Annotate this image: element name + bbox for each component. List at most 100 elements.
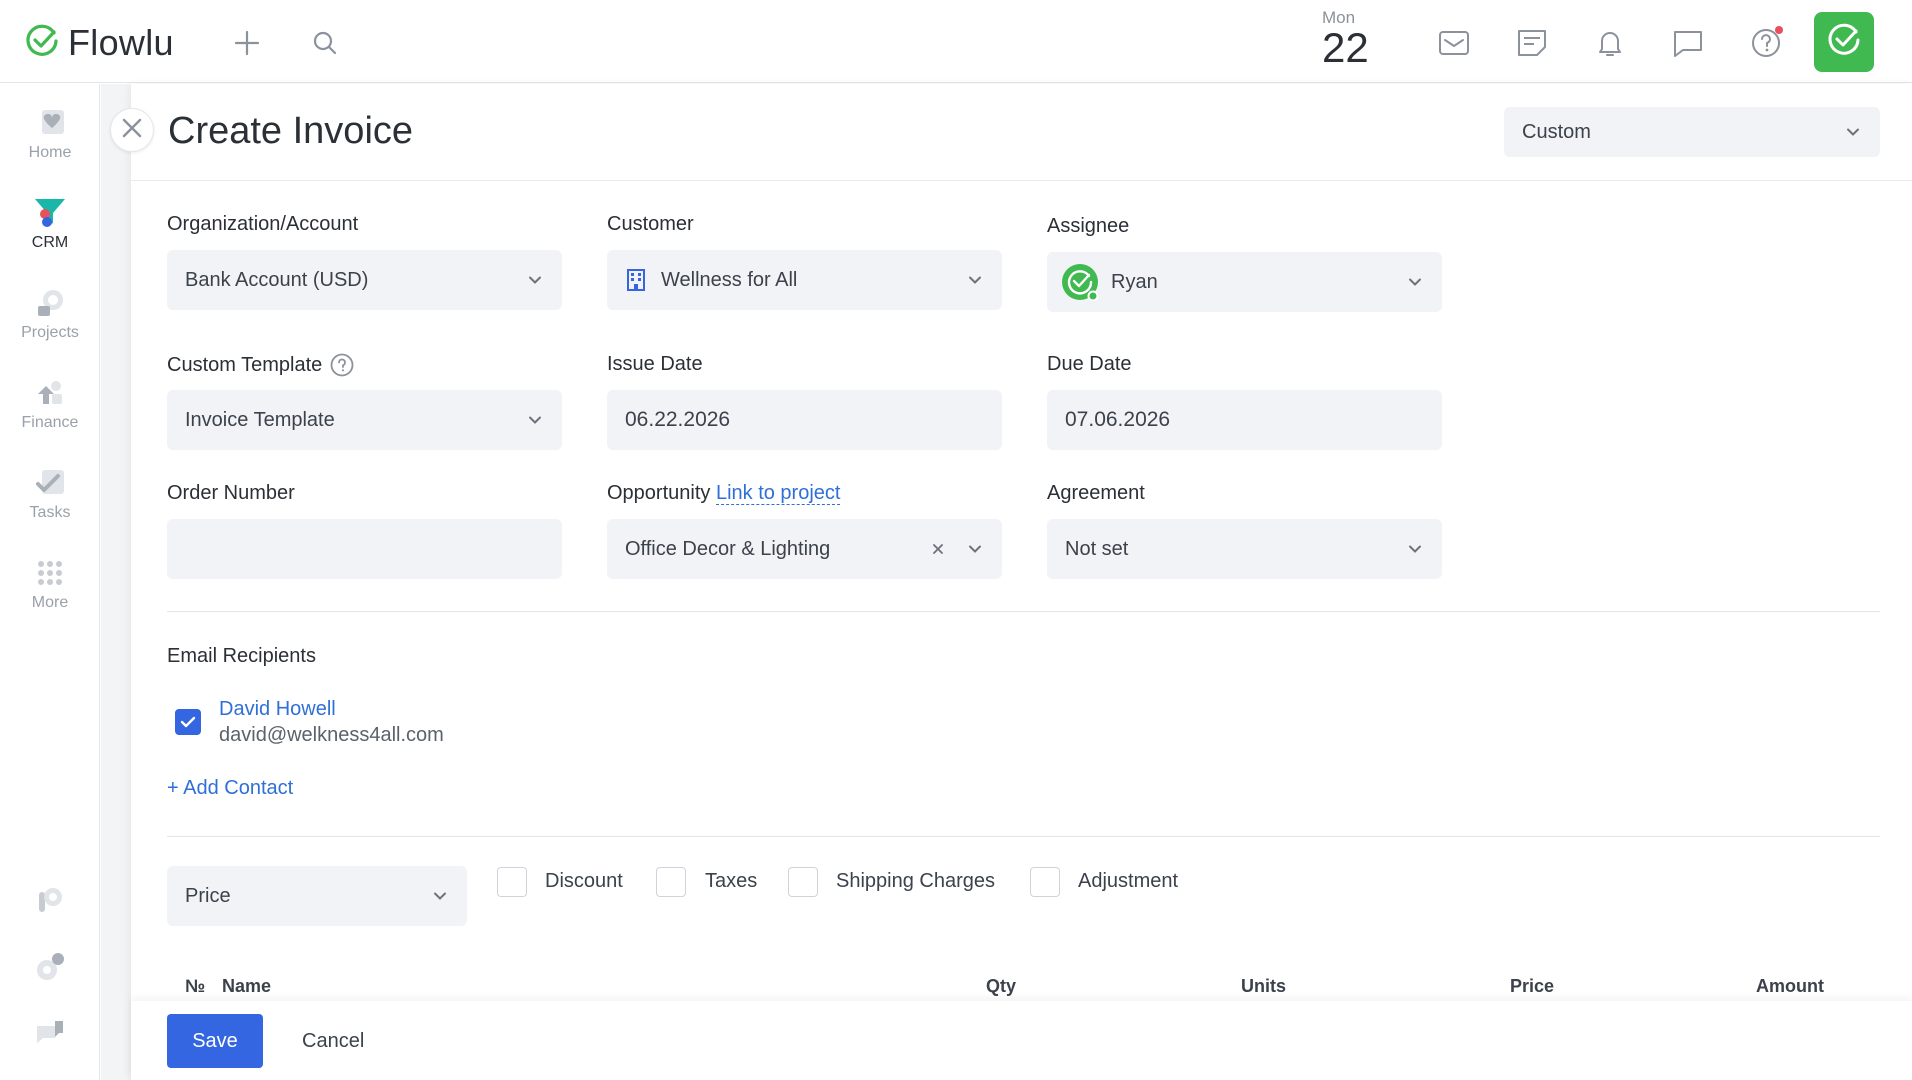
sidebar-label: Finance [21,414,79,431]
cancel-button[interactable]: Cancel [286,1014,380,1068]
template-label: Custom Template [167,353,323,376]
sidebar-item-home[interactable]: Home [0,104,100,162]
order-number-label: Order Number [167,482,295,504]
section-divider [167,836,1880,837]
chevron-down-icon [528,276,542,285]
app-check-icon [1826,22,1862,63]
section-divider [167,611,1880,612]
close-icon [121,117,143,144]
col-qty: Qty [986,976,1017,996]
view-select[interactable]: Custom [1504,107,1880,157]
chevron-down-icon [1408,278,1422,287]
avatar [1061,263,1099,301]
adjustment-checkbox[interactable] [1030,867,1060,897]
chat-icon[interactable] [1670,26,1706,60]
agreement-select[interactable]: Not set [1047,519,1442,579]
create-invoice-panel [131,84,1912,1080]
contact-name[interactable]: David Howell [219,698,336,721]
link-to-project[interactable]: Link to project [715,482,841,505]
background-page [101,84,131,1080]
plugin-icon[interactable] [0,884,100,918]
col-name: Name [222,976,272,996]
due-date-input[interactable]: 07.06.2026 [1047,390,1442,450]
date-widget[interactable]: Mon 22 [1322,8,1369,69]
sidebar-label: CRM [31,234,69,251]
bell-icon[interactable] [1592,26,1628,60]
check-icon [180,716,196,728]
chevron-down-icon [528,416,542,425]
due-date-value: 07.06.2026 [1065,408,1171,431]
chevron-down-icon [968,545,982,554]
building-icon [625,268,647,292]
sidebar: Home CRM Projects Finance Tasks More [0,84,100,1080]
opportunity-value: Office Decor & Lighting [625,537,831,560]
opportunity-label-wrap: Opportunity Link to project [607,482,841,505]
template-value: Invoice Template [185,408,335,431]
app-name: Flowlu [68,22,174,63]
form-footer [131,1001,1912,1080]
assignee-label: Assignee [1047,215,1130,237]
top-bar: Flowlu Mon 22 [0,0,1912,83]
search-icon[interactable] [310,28,340,58]
customer-select[interactable]: Wellness for All [607,250,1002,310]
agreement-value: Not set [1065,537,1129,560]
logo-check-icon [24,23,60,64]
org-value: Bank Account (USD) [185,268,369,291]
issue-date-label: Issue Date [607,353,703,375]
adjustment-label: Adjustment [1078,870,1179,892]
sidebar-label: Home [28,144,72,161]
col-amount: Amount [1756,976,1824,996]
app-logo[interactable]: Flowlu [24,22,174,64]
sidebar-item-finance[interactable]: Finance [0,374,100,432]
discount-checkbox[interactable] [497,867,527,897]
page-title: Create Invoice [168,110,414,152]
sidebar-item-projects[interactable]: Projects [0,284,100,342]
contact-checkbox[interactable] [175,709,201,735]
add-contact-link[interactable]: + Add Contact [167,777,293,800]
template-select[interactable]: Invoice Template [167,390,562,450]
issue-date-input[interactable]: 06.22.2026 [607,390,1002,450]
crm-funnel-icon [0,194,100,228]
issue-date-value: 06.22.2026 [625,408,731,431]
mail-icon[interactable] [1436,26,1472,60]
finance-icon [0,374,100,408]
template-label-wrap: Custom Template [167,353,354,377]
home-icon [0,104,100,138]
email-recipients-label: Email Recipients [167,645,316,667]
col-price: Price [1510,976,1555,996]
sidebar-item-crm[interactable]: CRM [0,194,100,252]
plus-icon[interactable] [232,28,262,58]
org-select[interactable]: Bank Account (USD) [167,250,562,310]
chevron-down-icon [1408,545,1422,554]
help-icon[interactable] [1748,24,1788,60]
shipping-checkbox[interactable] [788,867,818,897]
contact-email: david@welkness4all.com [219,724,444,746]
assignee-select[interactable]: Ryan [1047,252,1442,312]
more-grid-icon [0,554,100,588]
notes-icon[interactable] [1514,26,1550,60]
save-button[interactable]: Save [167,1014,263,1068]
tasks-icon [0,464,100,498]
clear-icon[interactable] [932,543,944,555]
sidebar-item-tasks[interactable]: Tasks [0,464,100,522]
sidebar-label: Tasks [29,504,71,521]
close-button[interactable] [110,108,154,152]
assignee-value: Ryan [1111,270,1158,293]
opportunity-select[interactable]: Office Decor & Lighting [607,519,1002,579]
customer-label: Customer [607,213,694,235]
header-divider [131,180,1912,181]
taxes-label: Taxes [705,870,758,892]
price-select[interactable]: Price [167,866,467,926]
order-number-input[interactable] [167,519,562,579]
sidebar-label: More [31,594,69,611]
opportunity-label: Opportunity [607,482,711,504]
taxes-checkbox[interactable] [656,867,686,897]
projects-icon [0,284,100,318]
support-chat-icon[interactable] [0,1016,100,1050]
sidebar-item-more[interactable]: More [0,554,100,612]
app-check-button[interactable] [1814,12,1874,72]
settings-icon[interactable] [0,950,100,984]
question-icon[interactable] [330,353,354,377]
due-date-label: Due Date [1047,353,1132,375]
price-select-value: Price [185,884,231,907]
